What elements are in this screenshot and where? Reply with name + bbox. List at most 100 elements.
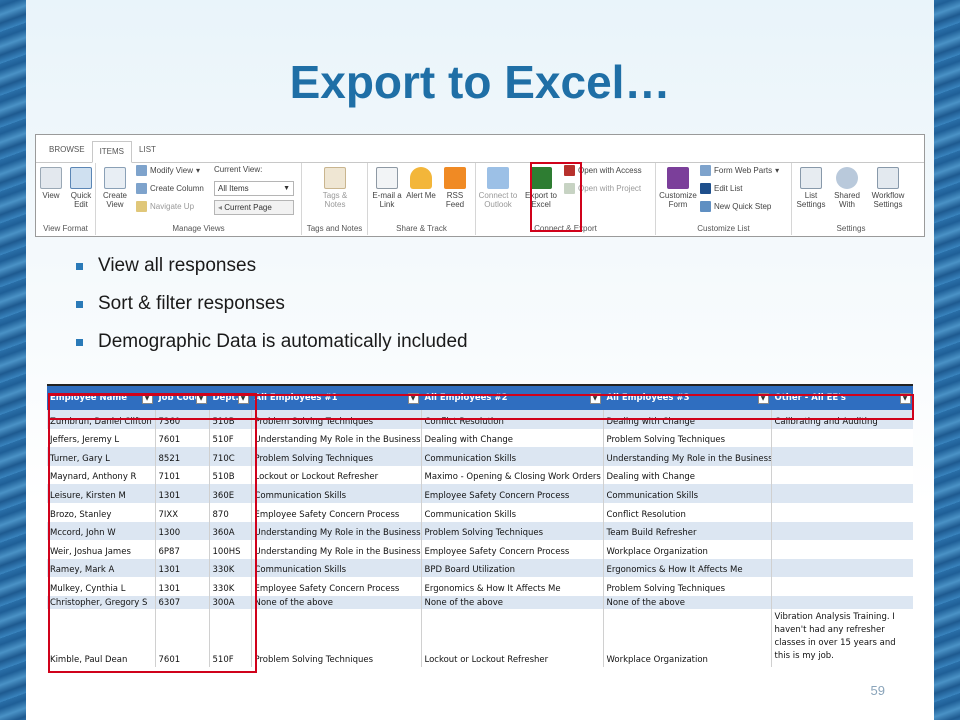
table-cell[interactable]: Understanding My Role in the Business: [251, 540, 422, 559]
quick-edit-button[interactable]: Quick Edit: [66, 167, 96, 209]
group-label: Customize List: [697, 224, 750, 233]
table-cell[interactable]: Conflict Resolution: [603, 502, 772, 522]
table-cell[interactable]: [771, 484, 913, 503]
table-cell[interactable]: Communication Skills: [421, 447, 604, 466]
ribbon-groups: View Quick Edit View Format Create View …: [36, 163, 924, 235]
alert-me-button[interactable]: Alert Me: [404, 167, 438, 200]
bell-icon: [410, 167, 432, 189]
shared-with-button[interactable]: Shared With: [830, 167, 864, 209]
table-cell[interactable]: Ergonomics & How It Affects Me: [603, 558, 772, 578]
create-column-button[interactable]: Create Column: [136, 183, 204, 194]
table-cell[interactable]: [771, 521, 913, 541]
create-view-button[interactable]: Create View: [98, 167, 132, 209]
table-cell[interactable]: Communication Skills: [251, 484, 422, 503]
rss-feed-button[interactable]: RSS Feed: [438, 167, 472, 209]
table-cell[interactable]: Understanding My Role in the Business: [603, 447, 772, 466]
table-cell[interactable]: [771, 558, 913, 578]
table-cell[interactable]: Employee Safety Concern Process: [421, 484, 604, 503]
quick-edit-icon: [70, 167, 92, 189]
table-cell[interactable]: Lockout or Lockout Refresher: [251, 465, 422, 485]
view-button[interactable]: View: [36, 167, 66, 200]
chevron-down-icon: ▼: [283, 185, 290, 192]
people-icon: [836, 167, 858, 189]
table-cell[interactable]: [771, 595, 913, 609]
group-share-track: E-mail a Link Alert Me RSS Feed Share & …: [368, 163, 476, 235]
table-cell[interactable]: [771, 577, 913, 596]
bullet-item: Demographic Data is automatically includ…: [76, 323, 468, 361]
table-cell[interactable]: Communication Skills: [251, 558, 422, 578]
table-cell[interactable]: Team Build Refresher: [603, 521, 772, 541]
table-cell[interactable]: Workplace Organization: [603, 608, 772, 667]
table-cell[interactable]: Communication Skills: [603, 484, 772, 503]
customize-form-button[interactable]: Customize Form: [658, 167, 698, 209]
bullet-list: View all responses Sort & filter respons…: [76, 247, 468, 361]
table-cell[interactable]: Problem Solving Techniques: [251, 447, 422, 466]
group-manage-views: Create View Modify View ▾ Create Column N…: [96, 163, 302, 235]
bullet-item: View all responses: [76, 247, 468, 285]
navigate-up-button[interactable]: Navigate Up: [136, 201, 194, 212]
table-cell[interactable]: [771, 428, 913, 448]
view-icon: [40, 167, 62, 189]
connect-outlook-button[interactable]: Connect to Outlook: [478, 167, 518, 209]
current-page-pager[interactable]: ◂ Current Page: [214, 200, 294, 215]
tags-notes-button[interactable]: Tags & Notes: [318, 167, 352, 209]
table-cell[interactable]: Employee Safety Concern Process: [421, 540, 604, 559]
table-cell[interactable]: None of the above: [251, 595, 422, 609]
table-cell[interactable]: Problem Solving Techniques: [603, 577, 772, 596]
table-cell[interactable]: [771, 540, 913, 559]
list-settings-button[interactable]: List Settings: [794, 167, 828, 209]
bullet-marker: [76, 338, 83, 346]
email-link-button[interactable]: E-mail a Link: [370, 167, 404, 209]
table-cell[interactable]: None of the above: [421, 595, 604, 609]
table-cell[interactable]: Problem Solving Techniques: [603, 428, 772, 448]
table-cell[interactable]: Understanding My Role in the Business: [251, 428, 422, 448]
current-view-select[interactable]: All Items ▼: [214, 181, 294, 196]
form-web-parts-button[interactable]: Form Web Parts ▾: [700, 165, 779, 176]
table-cell[interactable]: [771, 447, 913, 466]
modify-view-button[interactable]: Modify View ▾: [136, 165, 200, 176]
table-cell[interactable]: None of the above: [603, 595, 772, 609]
create-column-icon: [136, 183, 147, 194]
modify-view-icon: [136, 165, 147, 176]
bullet-marker: [76, 300, 83, 308]
group-label: Manage Views: [172, 224, 225, 233]
table-cell[interactable]: Understanding My Role in the Business: [251, 521, 422, 541]
table-cell[interactable]: Problem Solving Techniques: [251, 608, 422, 667]
workflow-icon: [877, 167, 899, 189]
group-tags-notes: Tags & Notes Tags and Notes: [302, 163, 368, 235]
group-view-format: View Quick Edit View Format: [36, 163, 96, 235]
group-label: Settings: [836, 224, 866, 233]
group-label: Tags and Notes: [306, 224, 363, 233]
table-cell[interactable]: Vibration Analysis Training. I haven't h…: [771, 608, 913, 667]
group-settings: List Settings Shared With Workflow Setti…: [792, 163, 910, 235]
export-highlight-box: [530, 162, 582, 232]
edit-list-icon: [700, 183, 711, 194]
bullet-marker: [76, 262, 83, 270]
table-cell[interactable]: Maximo - Opening & Closing Work Orders: [421, 465, 604, 485]
table-cell[interactable]: [771, 502, 913, 522]
table-cell[interactable]: Workplace Organization: [603, 540, 772, 559]
slide-title: Export to Excel…: [289, 56, 671, 108]
table-cell[interactable]: Ergonomics & How It Affects Me: [421, 577, 604, 596]
demographic-highlight-box: [48, 393, 257, 673]
edit-list-button[interactable]: Edit List: [700, 183, 742, 194]
list-settings-icon: [800, 167, 822, 189]
tab-browse[interactable]: BROWSE: [42, 140, 92, 162]
create-view-icon: [104, 167, 126, 189]
bullet-item: Sort & filter responses: [76, 285, 468, 323]
infopath-icon: [667, 167, 689, 189]
table-cell[interactable]: Communication Skills: [421, 502, 604, 522]
tab-items[interactable]: ITEMS: [91, 141, 133, 163]
table-cell[interactable]: Lockout or Lockout Refresher: [421, 608, 604, 667]
table-cell[interactable]: Dealing with Change: [421, 428, 604, 448]
group-label: Share & Track: [396, 224, 447, 233]
table-cell[interactable]: [771, 465, 913, 485]
table-cell[interactable]: Dealing with Change: [603, 465, 772, 485]
workflow-settings-button[interactable]: Workflow Settings: [868, 167, 908, 209]
new-quick-step-button[interactable]: New Quick Step: [700, 201, 771, 212]
table-cell[interactable]: Problem Solving Techniques: [421, 521, 604, 541]
tab-list[interactable]: LIST: [132, 140, 163, 162]
table-cell[interactable]: BPD Board Utilization: [421, 558, 604, 578]
table-cell[interactable]: Employee Safety Concern Process: [251, 577, 422, 596]
table-cell[interactable]: Employee Safety Concern Process: [251, 502, 422, 522]
